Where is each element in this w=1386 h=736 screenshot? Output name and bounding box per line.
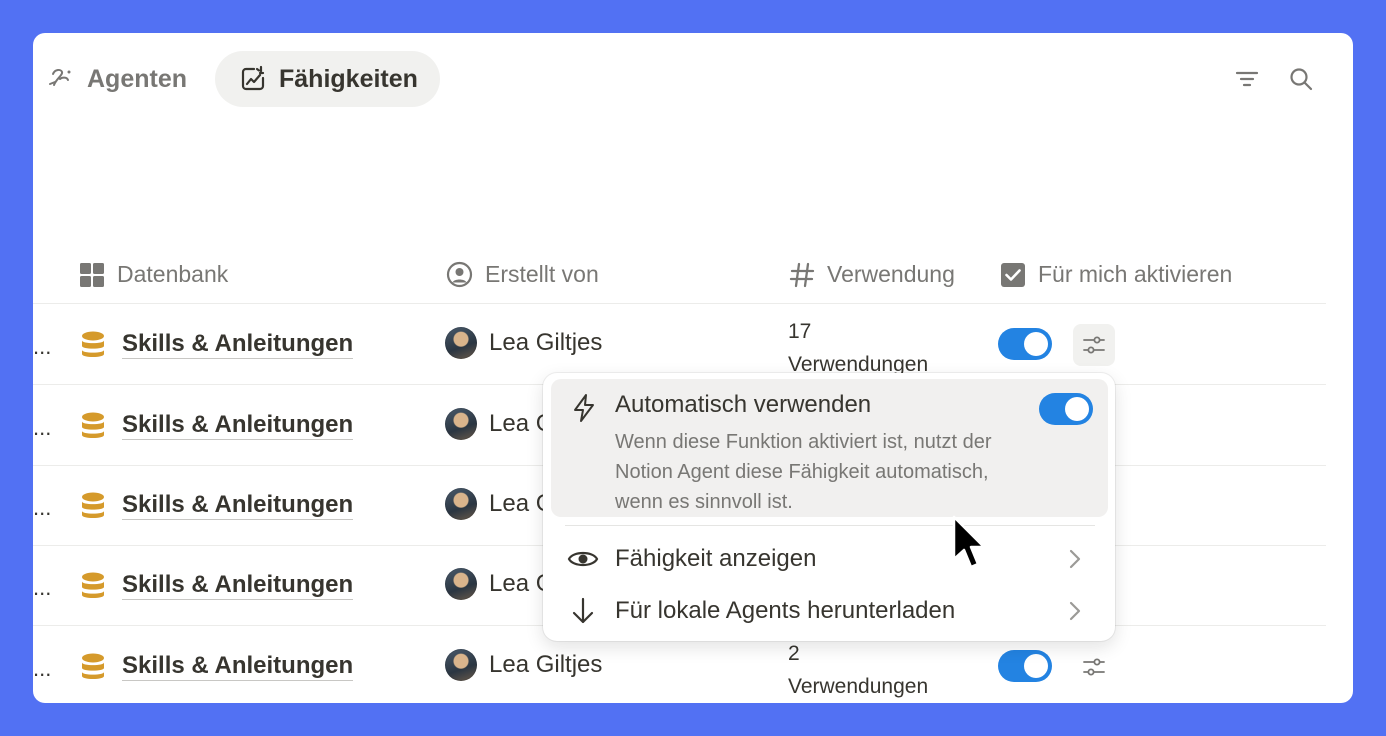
database-link[interactable]: Skills & Anleitungen — [122, 571, 354, 600]
column-label: Für mich aktivieren — [1038, 261, 1233, 287]
creator-cell: Lea G — [445, 488, 554, 520]
auto-use-toggle[interactable] — [1039, 393, 1093, 425]
avatar — [445, 408, 477, 440]
creator-cell: Lea G — [445, 568, 554, 600]
truncated-title: ... — [33, 334, 52, 359]
column-header-activate[interactable]: Für mich aktivieren — [1000, 261, 1232, 288]
activate-toggle[interactable] — [998, 328, 1052, 360]
activate-toggle[interactable] — [998, 650, 1052, 682]
creator-cell: Lea Giltjes — [445, 327, 602, 359]
settings-button[interactable] — [1073, 324, 1115, 366]
column-label: Erstellt von — [485, 261, 599, 287]
menu-item-show-skill[interactable]: Fähigkeit anzeigen — [551, 534, 1108, 584]
creator-name: Lea Giltjes — [489, 651, 603, 678]
usage-count: 17 — [788, 320, 812, 343]
menu-divider — [565, 525, 1095, 526]
database-cell: Skills & Anleitungen — [81, 491, 354, 520]
database-icon — [82, 331, 104, 357]
truncated-title: ... — [33, 656, 52, 681]
database-link[interactable]: Skills & Anleitungen — [122, 652, 354, 681]
menu-item-auto-use[interactable]: Automatisch verwenden Wenn diese Funktio… — [551, 379, 1108, 517]
filter-icon[interactable] — [1233, 65, 1261, 93]
menu-item-label: Für lokale Agents herunterladen — [615, 597, 956, 624]
truncated-title: ... — [33, 415, 52, 440]
database-link[interactable]: Skills & Anleitungen — [122, 330, 354, 359]
mouse-cursor-icon — [952, 515, 986, 569]
column-header-database[interactable]: Datenbank — [79, 261, 228, 288]
creator-name: Lea Giltjes — [489, 329, 603, 356]
database-link[interactable]: Skills & Anleitungen — [122, 411, 354, 440]
arrow-down-icon — [572, 597, 594, 624]
table-header: Datenbank Erstellt von Verwendung Für mi… — [33, 253, 1326, 304]
database-cell: Skills & Anleitungen — [81, 330, 354, 359]
hash-icon — [789, 262, 815, 287]
avatar — [445, 649, 477, 681]
tab-faehigkeiten[interactable]: Fähigkeiten — [215, 51, 440, 107]
toolbar-icons — [1233, 65, 1315, 93]
tab-bar: Agenten Fähigkeiten — [43, 51, 440, 107]
database-cell: Skills & Anleitungen — [81, 411, 354, 440]
chevron-right-icon — [1069, 601, 1081, 621]
grid-icon — [80, 262, 104, 287]
database-cell: Skills & Anleitungen — [81, 571, 354, 600]
database-link[interactable]: Skills & Anleitungen — [122, 491, 354, 520]
skill-options-menu: Automatisch verwenden Wenn diese Funktio… — [543, 373, 1115, 641]
sliders-icon — [1083, 336, 1105, 354]
usage-cell: 2 Verwendungen — [788, 637, 928, 703]
column-label: Verwendung — [827, 261, 955, 287]
skills-icon — [241, 65, 265, 91]
tab-agenten[interactable]: Agenten — [43, 51, 209, 107]
search-icon[interactable] — [1287, 65, 1315, 93]
auto-use-description: Wenn diese Funktion aktiviert ist, nutzt… — [615, 431, 992, 513]
column-label: Datenbank — [117, 261, 229, 287]
tab-label: Fähigkeiten — [279, 64, 418, 93]
usage-count: 2 — [788, 642, 800, 665]
chevron-right-icon — [1069, 549, 1081, 569]
agent-icon — [49, 68, 71, 86]
tab-label: Agenten — [87, 64, 187, 93]
creator-cell: Lea Giltjes — [445, 649, 602, 681]
menu-item-label: Fähigkeit anzeigen — [615, 545, 817, 572]
usage-cell: 17 Verwendungen — [788, 315, 928, 381]
column-header-created-by[interactable]: Erstellt von — [446, 261, 599, 288]
settings-button[interactable] — [1073, 646, 1115, 688]
checkbox-icon — [1001, 262, 1025, 287]
avatar — [445, 327, 477, 359]
person-circle-icon — [446, 261, 473, 288]
creator-cell: Lea G — [445, 408, 554, 440]
eye-icon — [567, 551, 599, 567]
skills-panel: Agenten Fähigkeiten Datenbank Erstellt v… — [33, 33, 1353, 703]
avatar — [445, 568, 477, 600]
avatar — [445, 488, 477, 520]
sliders-icon — [1083, 658, 1105, 676]
menu-item-download-local[interactable]: Für lokale Agents herunterladen — [551, 586, 1108, 636]
database-cell: Skills & Anleitungen — [81, 652, 354, 681]
auto-use-title: Automatisch verwenden — [615, 391, 872, 418]
truncated-title: ... — [33, 575, 52, 600]
database-icon — [82, 653, 104, 679]
database-icon — [82, 412, 104, 438]
truncated-title: ... — [33, 495, 52, 520]
column-header-usage[interactable]: Verwendung — [789, 261, 955, 288]
lightning-icon — [574, 394, 594, 422]
usage-unit: Verwendungen — [788, 675, 929, 698]
database-icon — [82, 572, 104, 598]
database-icon — [82, 492, 104, 518]
